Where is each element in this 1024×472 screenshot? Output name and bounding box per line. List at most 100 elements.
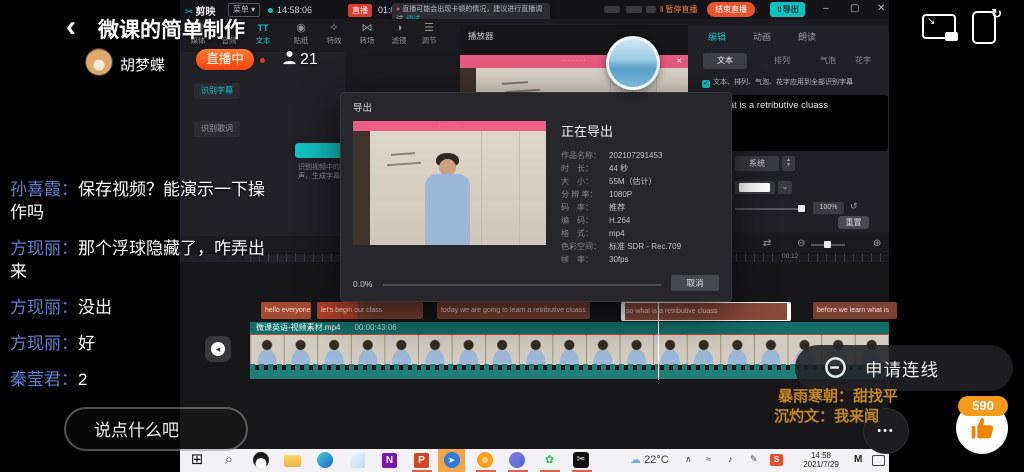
apply-connect-button[interactable]: 申请连线 xyxy=(795,345,1013,391)
apply-all-checkbox-row[interactable]: ✓文本、排列、气泡、花字应用到全部识别字幕 xyxy=(702,77,853,88)
file-explorer-icon[interactable] xyxy=(284,451,302,469)
streamer-avatar[interactable] xyxy=(86,49,112,75)
weather-tray-item[interactable]: ☁ 22°C xyxy=(630,453,669,466)
pen-icon[interactable]: ✎ xyxy=(750,454,758,465)
rotate-screen-icon[interactable]: ↻ xyxy=(972,11,996,44)
screen-share-app-active[interactable]: ➤ xyxy=(438,449,465,472)
tab-sticker[interactable]: ◉贴纸 xyxy=(286,22,316,46)
tab-edit[interactable]: 编辑 xyxy=(708,30,726,43)
tab-animation[interactable]: 动画 xyxy=(753,30,771,43)
toolbar-item[interactable] xyxy=(646,6,656,13)
detail-row: 分 辨 率：1080P xyxy=(561,188,726,201)
subtitle-clip[interactable]: let's begin our class xyxy=(317,302,423,319)
cloud-icon: ☁ xyxy=(630,454,641,466)
tab-effects[interactable]: ✧特效 xyxy=(319,22,349,46)
zoom-out-icon[interactable]: ⊖ xyxy=(797,238,805,249)
network-icon[interactable]: ≈ xyxy=(706,454,711,464)
subtab-arrange[interactable]: 排列 xyxy=(767,53,797,69)
sogou-input-icon[interactable]: S xyxy=(770,454,783,466)
end-live-button[interactable]: 结束直播 xyxy=(707,2,755,17)
search-icon[interactable]: ⌕ xyxy=(220,451,238,469)
subtitle-clip[interactable]: before we learn what is xyxy=(813,302,897,319)
qq-icon[interactable] xyxy=(252,451,270,469)
video-clip-filmstrip[interactable] xyxy=(250,334,889,365)
cancel-button[interactable]: 取消 xyxy=(671,275,719,291)
tab-transition[interactable]: ⋈转场 xyxy=(352,22,382,46)
pause-live-button[interactable]: ‖ 暂停直播 xyxy=(660,4,698,15)
subtab-fancy[interactable]: 花字 xyxy=(848,53,878,69)
toolbar-item[interactable] xyxy=(604,6,620,13)
size-slider-knob[interactable] xyxy=(798,205,805,212)
thumbs-up-icon xyxy=(967,413,997,443)
checkbox-checked-icon[interactable]: ✓ xyxy=(702,80,710,88)
powerpoint-icon[interactable]: P xyxy=(412,451,430,469)
watermark-text: 暴雨寒朝：甜找平 沉灼文：我来闻 xyxy=(778,387,898,427)
taskbar-clock[interactable]: 14:582021/7/29 xyxy=(795,451,847,469)
tab-reading[interactable]: 朗读 xyxy=(798,30,816,43)
start-recognize-button[interactable] xyxy=(295,143,342,158)
subtitle-clip[interactable]: today we are going to learn a retributiv… xyxy=(437,302,590,319)
orange-app-icon[interactable] xyxy=(476,451,494,469)
size-slider[interactable] xyxy=(735,208,805,210)
toolbar-item[interactable] xyxy=(626,6,642,13)
clip-handle-right[interactable] xyxy=(787,303,790,320)
window-maximize-button[interactable]: ▢ xyxy=(850,3,859,14)
action-center-icon[interactable] xyxy=(872,455,885,466)
close-icon[interactable]: ✕ xyxy=(676,55,683,68)
recognize-subtitles-button[interactable]: 识别字幕 xyxy=(194,83,240,99)
playhead-line[interactable] xyxy=(658,296,659,380)
subtab-text[interactable]: 文本 xyxy=(703,53,747,69)
video-clip-header[interactable]: 微课英语-视频素材.mp400:00:43:06 xyxy=(250,322,889,334)
tab-filter[interactable]: ◑滤镜 xyxy=(384,22,414,46)
export-video-frame xyxy=(353,131,546,245)
font-stepper[interactable]: ▲▼ xyxy=(782,156,795,171)
subtitle-clip-selected[interactable]: so what is a retributive cluass xyxy=(621,302,791,321)
subtab-bubble[interactable]: 气泡 xyxy=(813,53,843,69)
reset-button[interactable]: 重置 xyxy=(838,216,869,229)
chat-message-list[interactable]: 孙喜霞：保存视频？能演示一下操作吗 方现丽：那个浮球隐藏了，咋弄出来 方现丽：没… xyxy=(10,178,276,404)
mirror-icon[interactable]: ⇄ xyxy=(763,238,771,249)
color-caret[interactable]: ⌄ xyxy=(778,181,792,194)
chat-input[interactable]: 说点什么吧 xyxy=(64,407,248,451)
tab-text[interactable]: TT文本 xyxy=(248,22,278,46)
color-select[interactable] xyxy=(735,181,775,194)
clip-handle-left[interactable] xyxy=(622,303,625,320)
font-select[interactable]: 系统 xyxy=(735,156,779,171)
onenote-icon[interactable]: N xyxy=(380,451,398,469)
window-close-button[interactable]: ✕ xyxy=(877,3,885,14)
edge-browser-icon[interactable] xyxy=(316,451,334,469)
pip-mode-icon[interactable]: ↘ xyxy=(922,14,956,39)
docs-app-icon[interactable] xyxy=(348,451,366,469)
chat-collapse-button[interactable]: ◂ xyxy=(205,336,231,362)
undo-icon[interactable]: ↺ xyxy=(850,201,858,212)
chat-message: 方现丽：没出 xyxy=(10,296,276,319)
jianying-taskbar-icon[interactable]: ✂ xyxy=(572,451,590,469)
detail-row: 码 率：推荐 xyxy=(561,201,726,214)
wall-seam xyxy=(481,131,482,245)
tray-chevron-icon[interactable]: ∧ xyxy=(685,454,692,465)
export-status: 正在导出 xyxy=(561,121,613,140)
speaker-icon[interactable]: ♪ xyxy=(728,454,733,464)
tab-adjust[interactable]: ☰调节 xyxy=(414,22,444,46)
back-button[interactable]: ‹ xyxy=(66,10,76,44)
effects-icon: ✧ xyxy=(319,22,349,35)
person-body xyxy=(425,174,470,245)
meeting-app-icon[interactable] xyxy=(508,451,526,469)
window-minimize-button[interactable]: – xyxy=(823,3,829,14)
chat-username: 孙喜霞 xyxy=(10,180,61,199)
timeline-zoom-knob[interactable] xyxy=(824,241,831,248)
chat-username: 方现丽 xyxy=(10,239,61,258)
like-count-badge: 590 xyxy=(958,396,1008,416)
start-button-icon[interactable]: ⊞ xyxy=(188,451,206,469)
notes-app-icon[interactable]: ✿ xyxy=(540,451,558,469)
recording-clock: 14:58:06 xyxy=(277,5,312,15)
floating-ball[interactable] xyxy=(606,36,660,90)
chat-message: 秦莹君：2 xyxy=(10,368,276,391)
export-progress-bar xyxy=(383,284,661,286)
recognize-lyrics-button[interactable]: 识别歌词 xyxy=(194,121,240,137)
door-edge xyxy=(353,131,370,245)
zoom-in-icon[interactable]: ⊕ xyxy=(873,238,881,249)
export-button[interactable]: ⇧导出 xyxy=(770,2,805,17)
ime-indicator[interactable]: M xyxy=(854,454,862,465)
live-status-badge: 直播 xyxy=(348,4,372,17)
